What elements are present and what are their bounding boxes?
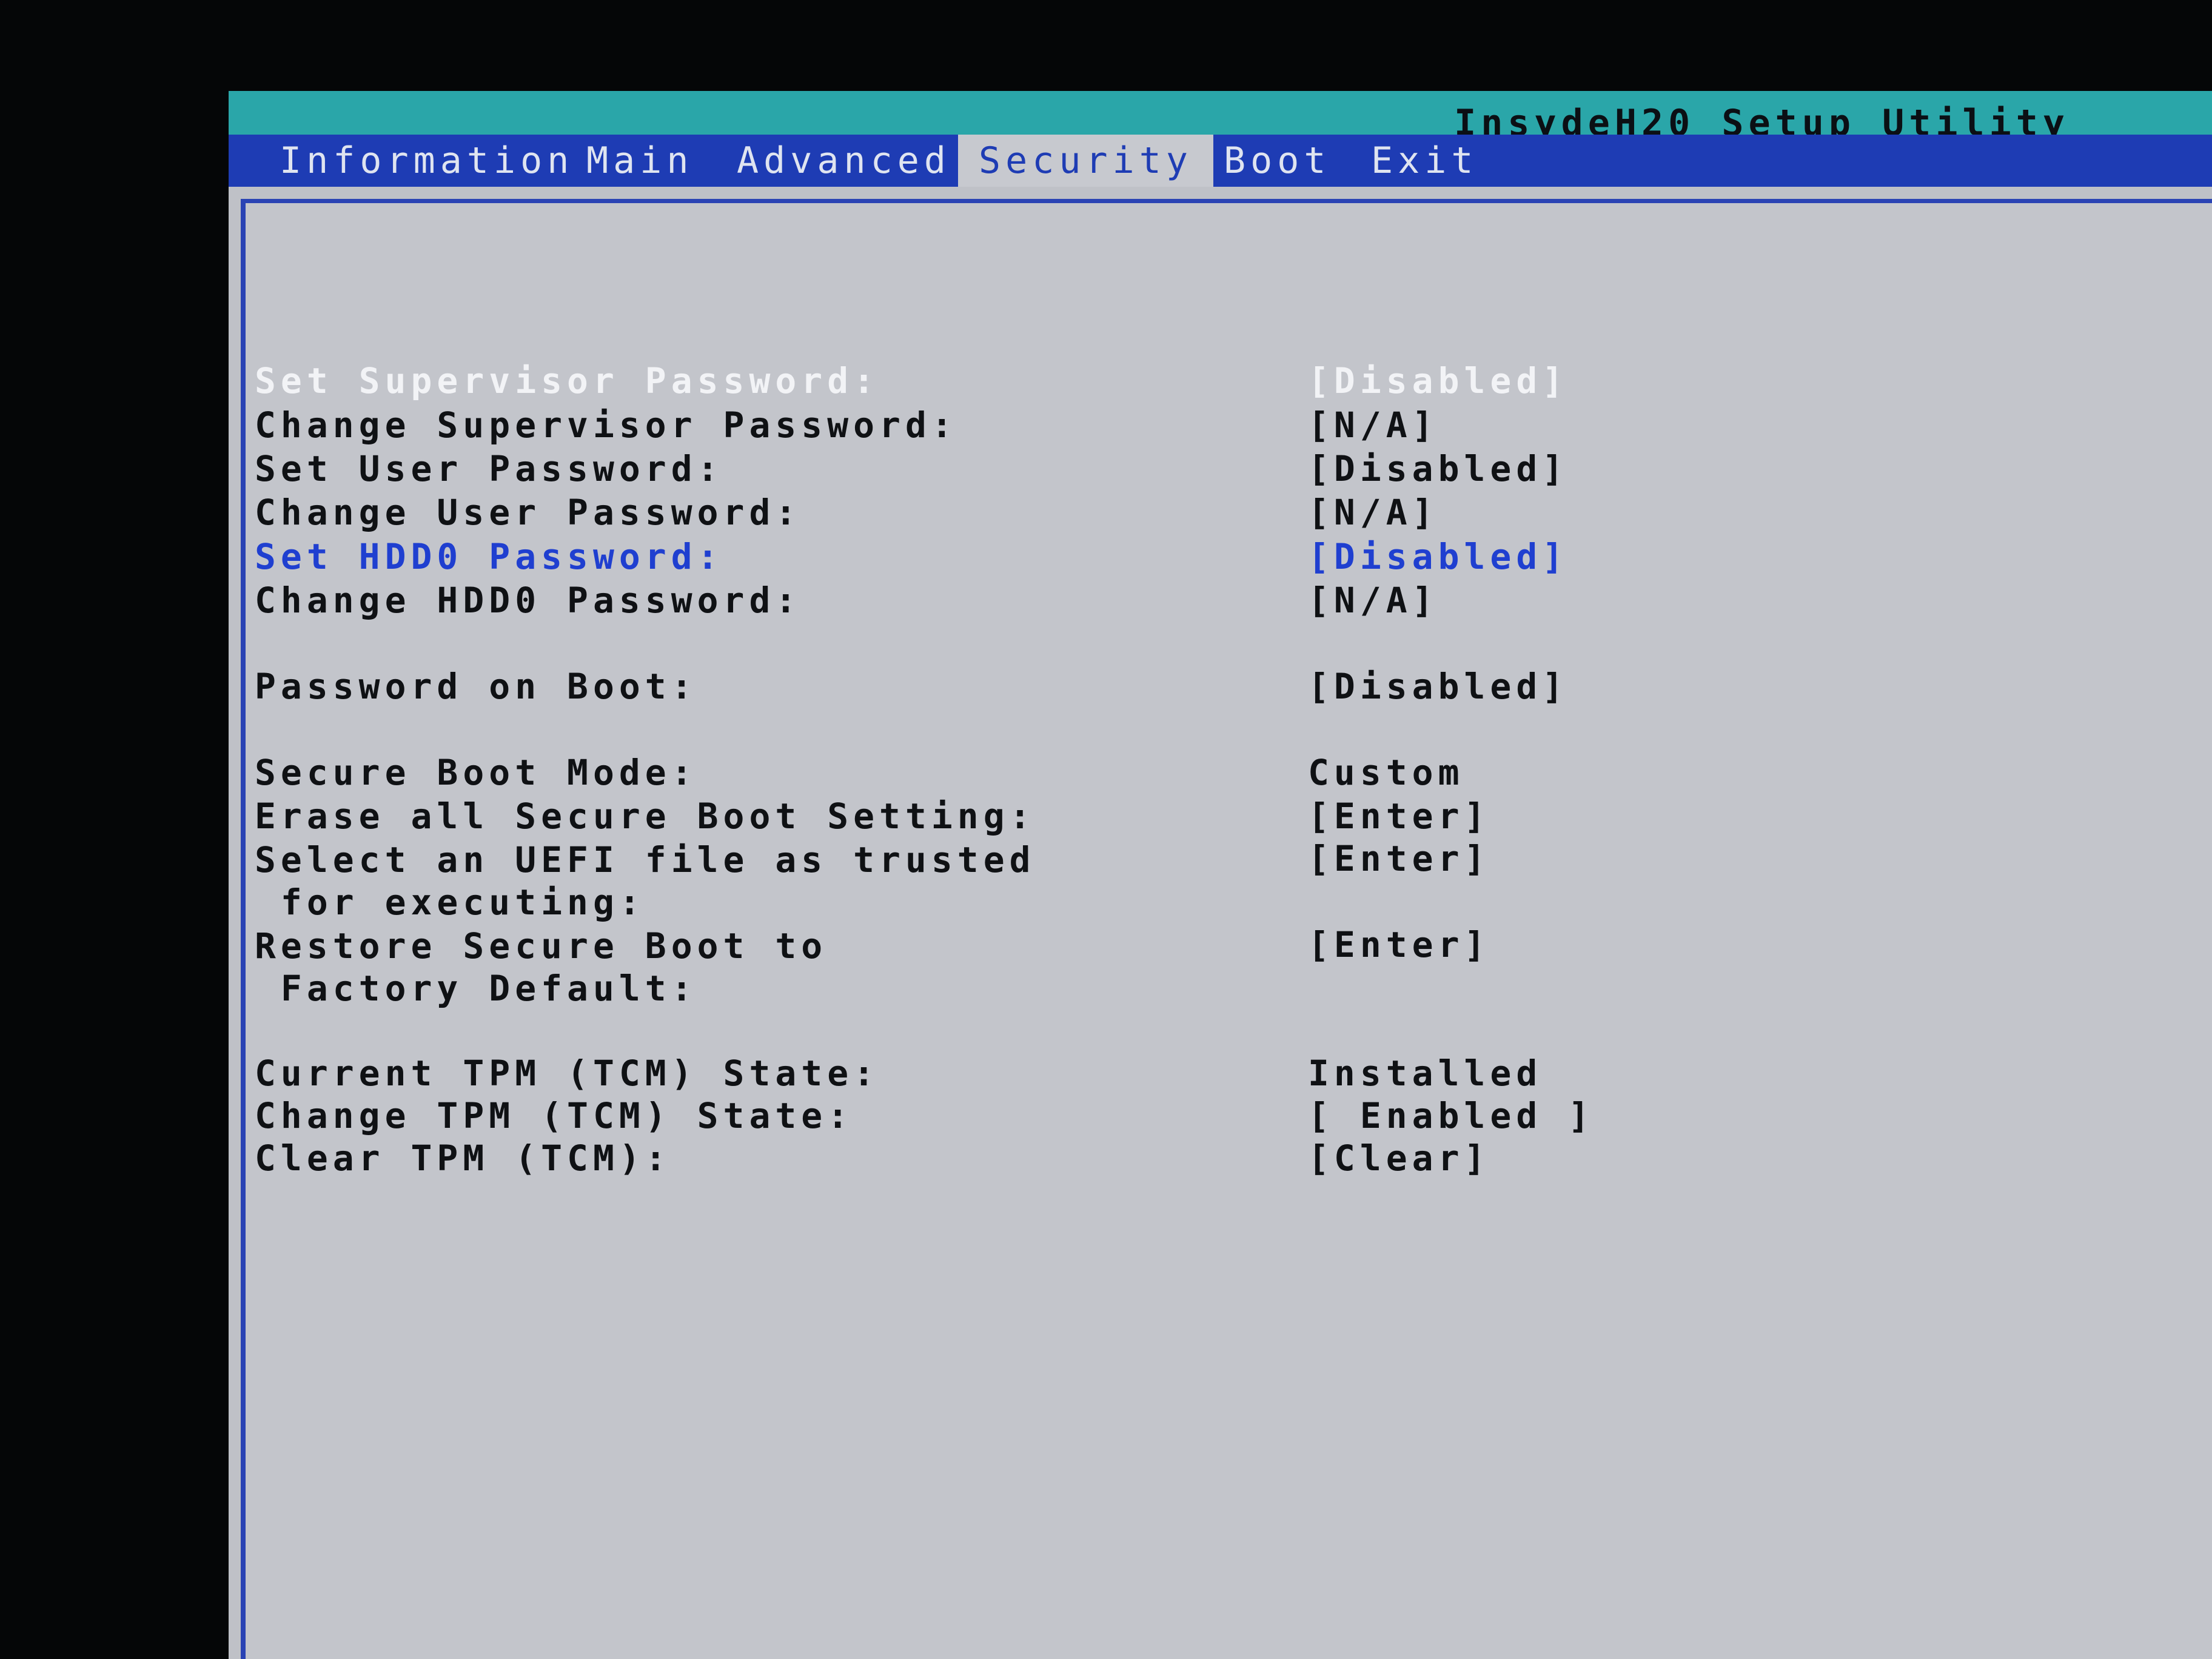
item-label: Erase all Secure Boot Setting: [255, 796, 1036, 837]
change-hdd0-password-row[interactable]: Change HDD0 Password: [N/A] [246, 580, 2212, 620]
item-label: Change User Password: [255, 492, 802, 533]
tab-advanced[interactable]: Advanced [737, 135, 951, 187]
current-tpm-state-row: Current TPM (TCM) State: Installed [246, 1053, 2212, 1093]
item-label: Current TPM (TCM) State: [255, 1053, 880, 1094]
item-value: [N/A] [1308, 580, 1438, 621]
item-label: Secure Boot Mode: [255, 752, 697, 793]
tab-information[interactable]: Information [280, 135, 574, 187]
title-bar: InsydeH20 Setup Utility [229, 91, 2212, 144]
bios-screen: InsydeH20 Setup Utility Information Main… [229, 91, 2212, 1659]
item-label: Change Supervisor Password: [255, 404, 957, 446]
tab-security[interactable]: Security [958, 135, 1213, 187]
item-value: [Disabled] [1308, 360, 1569, 401]
tab-boot[interactable]: Boot [1224, 135, 1331, 187]
item-value: Installed [1308, 1053, 1543, 1094]
item-label: Set User Password: [255, 448, 723, 489]
set-hdd0-password-row[interactable]: Set HDD0 Password: [Disabled] [246, 537, 2212, 577]
secure-boot-mode-row: Secure Boot Mode: Custom [246, 752, 2212, 793]
item-label: Password on Boot: [255, 666, 697, 707]
item-value: [Enter] [1308, 924, 1490, 965]
restore-secure-boot-row[interactable]: Restore Secure Boot to Factory Default: … [246, 925, 2212, 1010]
erase-secure-boot-setting-row[interactable]: Erase all Secure Boot Setting: [Enter] [246, 796, 2212, 836]
item-label: Change TPM (TCM) State: [255, 1095, 854, 1136]
item-label: Select an UEFI file as trusted for execu… [255, 839, 1036, 923]
item-value: [Enter] [1308, 838, 1490, 879]
item-value: [Disabled] [1308, 448, 1569, 489]
item-value: Custom [1308, 752, 1464, 793]
item-value: [N/A] [1308, 492, 1438, 533]
item-label: Set Supervisor Password: [255, 360, 880, 401]
set-user-password-row[interactable]: Set User Password: [Disabled] [246, 449, 2212, 489]
set-supervisor-password-row[interactable]: Set Supervisor Password: [Disabled] [246, 361, 2212, 401]
tab-main[interactable]: Main [586, 135, 694, 187]
item-value: [Clear] [1308, 1138, 1490, 1179]
menu-bar: Information Main Advanced Security Boot … [229, 135, 2212, 187]
item-label: Set HDD0 Password: [255, 536, 723, 577]
item-value: [Disabled] [1308, 666, 1569, 707]
password-on-boot-row[interactable]: Password on Boot: [Disabled] [246, 666, 2212, 706]
change-user-password-row[interactable]: Change User Password: [N/A] [246, 492, 2212, 532]
item-label: Change HDD0 Password: [255, 580, 802, 621]
security-panel: Set Supervisor Password: [Disabled] Chan… [241, 199, 2212, 1659]
item-value: [Enter] [1308, 796, 1490, 837]
select-uefi-file-row[interactable]: Select an UEFI file as trusted for execu… [246, 839, 2212, 923]
item-value: [ Enabled ] [1308, 1095, 1595, 1136]
item-value: [N/A] [1308, 404, 1438, 446]
item-label: Restore Secure Boot to Factory Default: [255, 925, 828, 1009]
item-value: [Disabled] [1308, 536, 1569, 577]
change-supervisor-password-row[interactable]: Change Supervisor Password: [N/A] [246, 405, 2212, 445]
clear-tpm-row[interactable]: Clear TPM (TCM): [Clear] [246, 1138, 2212, 1178]
change-tpm-state-row[interactable]: Change TPM (TCM) State: [ Enabled ] [246, 1096, 2212, 1136]
tab-exit[interactable]: Exit [1371, 135, 1478, 187]
item-label: Clear TPM (TCM): [255, 1138, 671, 1179]
